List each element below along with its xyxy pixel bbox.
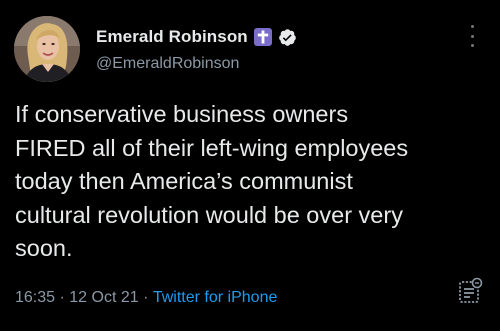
avatar[interactable] xyxy=(14,16,80,82)
author-display-name[interactable]: Emerald Robinson xyxy=(96,27,248,47)
meta-separator: · xyxy=(138,289,153,306)
tweet-time[interactable]: 16:35 xyxy=(15,289,55,307)
more-vertical-icon[interactable] xyxy=(462,25,482,47)
latin-cross-icon xyxy=(253,28,272,46)
verified-icon xyxy=(278,28,297,47)
tweet-meta: 16:35 · 12 Oct 21 · Twitter for iPhone xyxy=(15,289,277,307)
tweet-text: If conservative business owners FIRED al… xyxy=(15,101,409,261)
tweet-analytics-icon[interactable] xyxy=(455,276,485,306)
tweet-date[interactable]: 12 Oct 21 xyxy=(69,289,138,307)
author-handle[interactable]: @EmeraldRobinson xyxy=(96,55,239,73)
tweet-source-link[interactable]: Twitter for iPhone xyxy=(153,289,278,307)
avatar-photo xyxy=(14,16,80,82)
meta-separator: · xyxy=(55,289,70,306)
author-name-row[interactable]: Emerald Robinson xyxy=(96,25,297,49)
tweet-card: Emerald Robinson @EmeraldRobinson If con… xyxy=(0,0,500,331)
